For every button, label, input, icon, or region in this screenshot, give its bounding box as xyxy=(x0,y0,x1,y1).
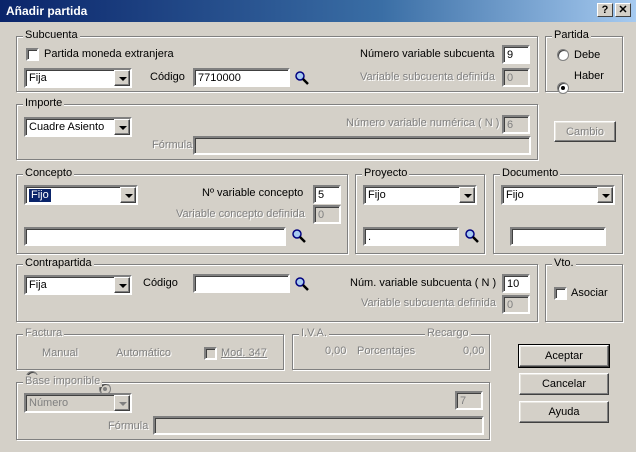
recargo-legend: Recargo xyxy=(425,327,471,339)
chevron-down-icon[interactable] xyxy=(114,395,130,411)
search-icon[interactable] xyxy=(294,276,310,292)
subcuenta-var-def-label: Variable subcuenta definida xyxy=(360,71,495,83)
contrapartida-codigo-input[interactable] xyxy=(193,274,290,293)
subcuenta-tipo-select[interactable]: Fija xyxy=(24,68,132,88)
subcuenta-var-def-input: 0 xyxy=(502,68,530,87)
contrapartida-codigo-label: Código xyxy=(143,277,178,289)
haber-label: Haber xyxy=(574,70,604,82)
debe-radio[interactable] xyxy=(557,49,569,61)
proyecto-legend: Proyecto xyxy=(362,167,410,179)
window-titlebar[interactable]: Añadir partida xyxy=(0,0,636,22)
documento-tipo-value: Fijo xyxy=(506,189,524,201)
concepto-tipo-select[interactable]: Fijo xyxy=(24,185,138,205)
documento-valor-input[interactable] xyxy=(510,227,606,246)
concepto-legend: Concepto xyxy=(23,167,75,179)
aceptar-button[interactable]: Aceptar xyxy=(518,344,610,368)
ayuda-button[interactable]: Ayuda xyxy=(519,401,609,423)
mod347-checkbox[interactable] xyxy=(204,347,217,360)
concepto-num-var-input[interactable]: 5 xyxy=(313,185,341,204)
partida-legend: Partida xyxy=(552,29,591,41)
documento-legend: Documento xyxy=(500,167,561,179)
porcentajes-label: Porcentajes xyxy=(357,345,416,357)
importe-formula-input xyxy=(193,136,531,155)
iva-value: 0,00 xyxy=(325,345,347,357)
cancelar-button[interactable]: Cancelar xyxy=(519,373,609,395)
base-num-input: 7 xyxy=(455,391,483,410)
chevron-down-icon[interactable] xyxy=(114,119,130,135)
chevron-down-icon[interactable] xyxy=(459,187,475,203)
haber-radio[interactable] xyxy=(557,82,569,94)
base-tipo-value: Número xyxy=(29,397,69,409)
cambio-button[interactable]: Cambio xyxy=(554,121,616,142)
subcuenta-num-var-label: Número variable subcuenta xyxy=(360,48,495,60)
concepto-texto-input[interactable] xyxy=(24,227,286,246)
base-formula-label: Fórmula xyxy=(108,420,149,432)
chevron-down-icon[interactable] xyxy=(114,277,130,293)
proyecto-tipo-value: Fijo xyxy=(368,189,386,201)
importe-tipo-select[interactable]: Cuadre Asiento xyxy=(24,117,132,137)
mod347-label: Mod. 347 xyxy=(221,347,267,359)
chevron-down-icon[interactable] xyxy=(114,70,130,86)
close-button[interactable]: ✕ xyxy=(615,3,631,17)
proyecto-valor-input[interactable]: . xyxy=(363,227,459,246)
concepto-tipo-value: Fijo xyxy=(28,188,52,203)
base-legend: Base imponible xyxy=(23,375,103,387)
asociar-label: Asociar xyxy=(571,287,608,299)
subcuenta-num-var-input[interactable]: 9 xyxy=(502,45,530,64)
window-title: Añadir partida xyxy=(6,4,88,18)
moneda-extranjera-label: Partida moneda extranjera xyxy=(44,48,174,60)
proyecto-tipo-select[interactable]: Fijo xyxy=(363,185,477,205)
factura-legend: Factura xyxy=(23,327,65,339)
subcuenta-codigo-input[interactable]: 7710000 xyxy=(193,68,290,87)
importe-tipo-value: Cuadre Asiento xyxy=(29,121,105,133)
concepto-var-def-label: Variable concepto definida xyxy=(176,208,305,220)
help-button[interactable]: ? xyxy=(597,3,613,17)
contrapartida-var-def-label: Variable subcuenta definida xyxy=(361,297,496,309)
iva-legend: I.V.A. xyxy=(299,327,329,339)
search-icon[interactable] xyxy=(294,70,310,86)
concepto-num-var-label: Nº variable concepto xyxy=(202,187,304,199)
subcuenta-codigo-label: Código xyxy=(150,71,185,83)
partida-group: Partida xyxy=(545,29,623,92)
importe-num-var-label: Número variable numérica ( N ) xyxy=(346,117,500,129)
subcuenta-tipo-value: Fija xyxy=(29,72,47,84)
search-icon[interactable] xyxy=(464,228,480,244)
chevron-down-icon[interactable] xyxy=(120,187,136,203)
debe-label: Debe xyxy=(574,49,601,61)
concepto-var-def-input: 0 xyxy=(313,205,341,224)
moneda-extranjera-checkbox[interactable] xyxy=(26,48,39,61)
recargo-value: 0,00 xyxy=(463,345,485,357)
vto-legend: Vto. xyxy=(552,257,576,269)
documento-tipo-select[interactable]: Fijo xyxy=(501,185,615,205)
contrapartida-num-var-label: Núm. variable subcuenta ( N ) xyxy=(350,277,497,289)
chevron-down-icon[interactable] xyxy=(597,187,613,203)
contrapartida-num-var-input[interactable]: 10 xyxy=(502,274,530,293)
search-icon[interactable] xyxy=(291,228,307,244)
importe-formula-label: Fórmula xyxy=(152,139,193,151)
contrapartida-var-def-input: 0 xyxy=(502,295,530,314)
contrapartida-tipo-value: Fija xyxy=(29,279,47,291)
importe-legend: Importe xyxy=(23,97,65,109)
manual-label: Manual xyxy=(42,347,79,359)
subcuenta-legend: Subcuenta xyxy=(23,29,80,41)
contrapartida-legend: Contrapartida xyxy=(23,257,94,269)
contrapartida-tipo-select[interactable]: Fija xyxy=(24,275,132,295)
importe-num-var-input: 6 xyxy=(502,115,530,134)
base-tipo-select[interactable]: Número xyxy=(24,393,132,413)
base-formula-input xyxy=(153,416,484,435)
asociar-checkbox[interactable] xyxy=(554,287,567,300)
automatico-label: Automático xyxy=(116,347,172,359)
